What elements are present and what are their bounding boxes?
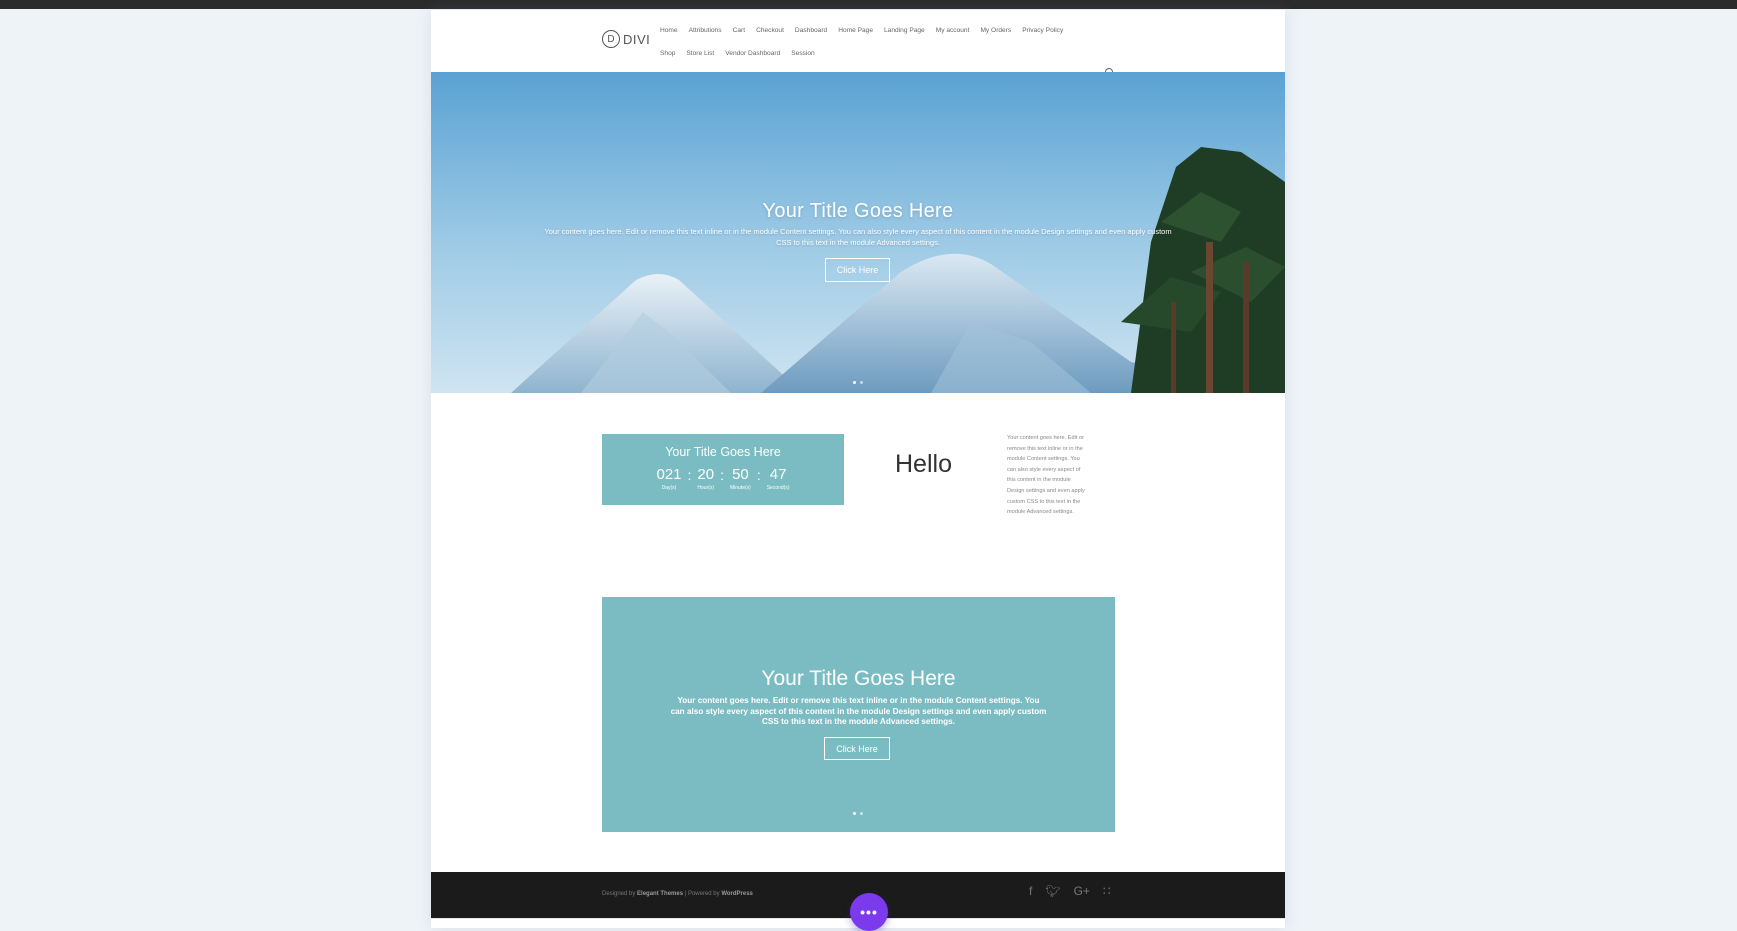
footer-credits: Designed by Elegant Themes | Powered by … [602,891,753,897]
countdown-days: 021 Day(s) [656,466,682,492]
countdown-values: 021 Day(s) : 20 Hour(s) : 50 Minute(s) :… [602,466,844,492]
nav-item-home-page[interactable]: Home Page [838,27,873,34]
footer-platform-link[interactable]: WordPress [721,891,753,897]
facebook-icon[interactable]: f [1029,884,1032,898]
countdown-separator: : [720,467,724,483]
nav-item-my-orders[interactable]: My Orders [980,27,1011,34]
logo-text: DIVI [623,31,651,47]
countdown-hours-value: 20 [697,466,715,483]
countdown-separator: : [687,467,692,483]
side-text-module: Your content goes here. Edit or remove t… [1007,435,1085,516]
hero-slider: Your Title Goes Here Your content goes h… [431,72,1285,393]
countdown-days-value: 021 [656,466,682,483]
nav-item-session[interactable]: Session [791,50,814,57]
rss-icon[interactable]: ∷ [1103,884,1111,898]
countdown-hours-label: Hour(s) [697,485,715,491]
nav-item-cart[interactable]: Cart [733,27,745,34]
nav-item-landing-page[interactable]: Landing Page [884,27,925,34]
nav-item-store-list[interactable]: Store List [686,50,714,57]
browser-top-bar [0,0,1737,9]
logo-mark-icon: D [602,30,620,48]
nav-item-dashboard[interactable]: Dashboard [795,27,827,34]
nav-item-my-account[interactable]: My account [936,27,970,34]
countdown-separator: : [756,467,761,483]
slider-dot-2[interactable] [860,812,863,815]
nav-item-privacy-policy[interactable]: Privacy Policy [1022,27,1063,34]
slider-dot-1[interactable] [853,812,856,815]
content-slider-dots [853,812,863,815]
hello-heading: Hello [895,450,952,478]
content-slider: Your Title Goes Here Your content goes h… [602,597,1115,832]
hero-click-here-button[interactable]: Click Here [825,258,890,282]
countdown-seconds-label: Second(s) [766,485,790,491]
countdown-minutes-label: Minute(s) [729,485,751,491]
footer-designed-by: Designed by [602,891,636,897]
nav-item-checkout[interactable]: Checkout [756,27,784,34]
site-header: D DIVI Home Attributions Cart Checkout D… [431,10,1285,76]
hero-title: Your Title Goes Here [762,200,954,222]
builder-options-button[interactable]: ••• [850,893,888,931]
google-plus-icon[interactable]: G+ [1074,884,1090,898]
slider-dot-2[interactable] [860,381,863,384]
countdown-minutes: 50 Minute(s) [729,466,751,492]
slider-click-here-button[interactable]: Click Here [824,737,890,760]
site-logo[interactable]: D DIVI [602,30,650,48]
countdown-title: Your Title Goes Here [665,445,781,459]
nav-item-attributions[interactable]: Attributions [689,27,722,34]
main-nav-row-2: Shop Store List Vendor Dashboard Session [660,50,815,57]
slider-body-text: Your content goes here. Edit or remove t… [670,696,1047,726]
footer-powered-by: | Powered by [684,891,720,897]
social-icons: f 🐦︎ G+ ∷ [1029,884,1111,898]
countdown-seconds: 47 Second(s) [766,466,790,492]
countdown-hours: 20 Hour(s) [697,466,715,492]
nav-item-home[interactable]: Home [660,27,678,34]
slider-title: Your Title Goes Here [761,667,956,690]
footer-theme-link[interactable]: Elegant Themes [637,891,683,897]
page-container: D DIVI Home Attributions Cart Checkout D… [431,10,1285,928]
twitter-icon[interactable]: 🐦︎ [1045,884,1060,898]
countdown-minutes-value: 50 [732,466,749,483]
hero-slider-dots [853,381,863,384]
main-nav-row-1: Home Attributions Cart Checkout Dashboar… [660,27,1063,34]
hero-body-text: Your content goes here. Edit or remove t… [544,227,1172,247]
countdown-seconds-value: 47 [769,466,787,483]
slider-dot-1[interactable] [853,381,856,384]
countdown-timer: Your Title Goes Here 021 Day(s) : 20 Hou… [602,434,844,505]
nav-item-vendor-dashboard[interactable]: Vendor Dashboard [725,50,780,57]
nav-item-shop[interactable]: Shop [660,50,675,57]
countdown-days-label: Day(s) [661,485,677,491]
